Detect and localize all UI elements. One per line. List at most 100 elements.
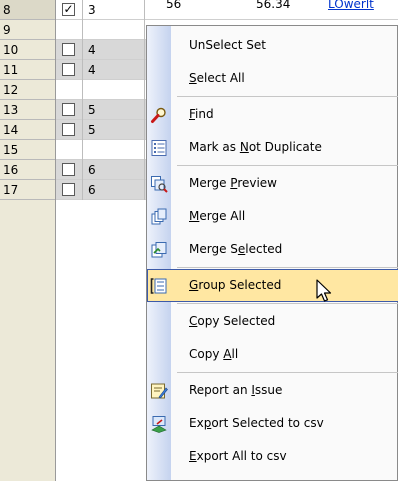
label-text: Merge bbox=[189, 176, 231, 190]
menu-item-label: UnSelect Set bbox=[189, 29, 266, 62]
row-checkbox[interactable]: ✓ bbox=[62, 3, 75, 16]
menu-item-mark-not-duplicate[interactable]: Mark as Not Duplicate bbox=[147, 131, 398, 164]
row-number[interactable]: 16 bbox=[0, 160, 55, 180]
row-checkbox[interactable] bbox=[62, 103, 75, 116]
group-cell: 6 bbox=[88, 183, 96, 197]
row-checkbox[interactable] bbox=[62, 63, 75, 76]
menu-separator bbox=[177, 372, 398, 373]
menu-item-find[interactable]: Find bbox=[147, 98, 398, 131]
menu-separator bbox=[177, 303, 398, 304]
row-number[interactable]: 11 bbox=[0, 60, 55, 80]
accelerator-key: N bbox=[239, 140, 249, 154]
row-number[interactable]: 15 bbox=[0, 140, 55, 160]
column-divider bbox=[82, 180, 83, 200]
menu-item-label: Report an Issue bbox=[189, 374, 282, 407]
merge-all-icon bbox=[150, 208, 168, 226]
label-text: xport All to csv bbox=[196, 449, 287, 463]
link-cell[interactable]: LOwerlt bbox=[328, 0, 374, 14]
column-divider bbox=[82, 80, 83, 100]
menu-item-export-all[interactable]: Export All to csv bbox=[147, 440, 398, 473]
column-divider bbox=[82, 0, 83, 20]
menu-item-merge-selected[interactable]: Merge Selected bbox=[147, 233, 398, 266]
menu-item-label: Copy All bbox=[189, 338, 238, 371]
row-number[interactable]: 17 bbox=[0, 180, 55, 200]
menu-item-unselect-set[interactable]: UnSelect Set bbox=[147, 29, 398, 62]
column-divider bbox=[144, 160, 145, 180]
menu-item-copy-all[interactable]: Copy All bbox=[147, 338, 398, 371]
label-text: Report an bbox=[189, 383, 252, 397]
group-icon bbox=[150, 277, 168, 295]
column-divider bbox=[82, 20, 83, 40]
menu-item-label: Merge All bbox=[189, 200, 245, 233]
column-divider bbox=[144, 120, 145, 140]
column-divider bbox=[82, 60, 83, 80]
menu-item-label: Merge Selected bbox=[189, 233, 282, 266]
menu-item-report-issue[interactable]: Report an Issue bbox=[147, 374, 398, 407]
merge-preview-icon bbox=[150, 175, 168, 193]
menu-separator bbox=[177, 96, 398, 97]
label-text: UnSelect Set bbox=[189, 38, 266, 52]
menu-separator bbox=[177, 165, 398, 166]
group-cell: 6 bbox=[88, 163, 96, 177]
column-divider bbox=[82, 40, 83, 60]
find-magnifier-icon bbox=[150, 106, 168, 124]
row-number[interactable]: 13 bbox=[0, 100, 55, 120]
row-checkbox[interactable] bbox=[62, 123, 75, 136]
row-checkbox[interactable] bbox=[62, 43, 75, 56]
menu-item-merge-all[interactable]: Merge All bbox=[147, 200, 398, 233]
row-checkbox[interactable] bbox=[62, 163, 75, 176]
menu-item-merge-preview[interactable]: Merge Preview bbox=[147, 167, 398, 200]
value-cell: 56.34 bbox=[256, 0, 291, 11]
label-text: opy Selected bbox=[197, 314, 276, 328]
label-text: ot Duplicate bbox=[248, 140, 322, 154]
label-text: ind bbox=[195, 107, 214, 121]
group-cell: 5 bbox=[88, 123, 96, 137]
row-checkbox[interactable] bbox=[62, 183, 75, 196]
menu-item-label: Copy Selected bbox=[189, 305, 275, 338]
label-text: elect All bbox=[196, 71, 245, 85]
label-text: lected bbox=[245, 242, 283, 256]
column-divider bbox=[82, 140, 83, 160]
label-text: Merge S bbox=[189, 242, 238, 256]
row-number[interactable]: 8 bbox=[0, 0, 55, 20]
table-row[interactable]: ✓ 3 56 56.34 LOwerlt bbox=[56, 0, 398, 20]
list-icon bbox=[150, 139, 168, 157]
column-divider bbox=[144, 40, 145, 60]
menu-item-copy-selected[interactable]: Copy Selected bbox=[147, 305, 398, 338]
menu-item-export-selected[interactable]: Export Selected to csv bbox=[147, 407, 398, 440]
menu-item-label: Export All to csv bbox=[189, 440, 287, 473]
menu-item-label: Find bbox=[189, 98, 214, 131]
menu-item-label: Mark as Not Duplicate bbox=[189, 131, 322, 164]
label-text: ssue bbox=[254, 383, 283, 397]
label-text: review bbox=[237, 176, 277, 190]
menu-item-label: Merge Preview bbox=[189, 167, 277, 200]
context-menu: UnSelect Set Select All Find Mark as Not Du… bbox=[146, 25, 398, 481]
row-number[interactable]: 12 bbox=[0, 80, 55, 100]
column-divider bbox=[144, 140, 145, 160]
group-cell: 3 bbox=[88, 3, 96, 17]
accelerator-key: G bbox=[189, 278, 199, 292]
group-cell: 4 bbox=[88, 43, 96, 57]
accelerator-key: M bbox=[189, 209, 200, 223]
group-cell: 4 bbox=[88, 63, 96, 77]
column-divider bbox=[82, 160, 83, 180]
column-divider bbox=[144, 100, 145, 120]
label-text: Ex bbox=[189, 416, 204, 430]
accelerator-key: S bbox=[189, 71, 197, 85]
report-icon bbox=[150, 382, 168, 400]
menu-item-group-selected[interactable]: Group Selected bbox=[147, 269, 398, 302]
row-number[interactable]: 14 bbox=[0, 120, 55, 140]
label-text: roup Selected bbox=[198, 278, 282, 292]
menu-item-select-all[interactable]: Select All bbox=[147, 62, 398, 95]
accelerator-key: E bbox=[189, 449, 197, 463]
label-text: Mark as bbox=[189, 140, 240, 154]
column-divider bbox=[144, 60, 145, 80]
menu-item-label: Select All bbox=[189, 62, 245, 95]
column-divider bbox=[144, 80, 145, 100]
group-cell: 5 bbox=[88, 103, 96, 117]
column-divider bbox=[144, 0, 145, 20]
column-divider bbox=[144, 20, 145, 40]
row-number[interactable]: 10 bbox=[0, 40, 55, 60]
label-text: ort Selected to csv bbox=[211, 416, 324, 430]
row-number[interactable]: 9 bbox=[0, 20, 55, 40]
